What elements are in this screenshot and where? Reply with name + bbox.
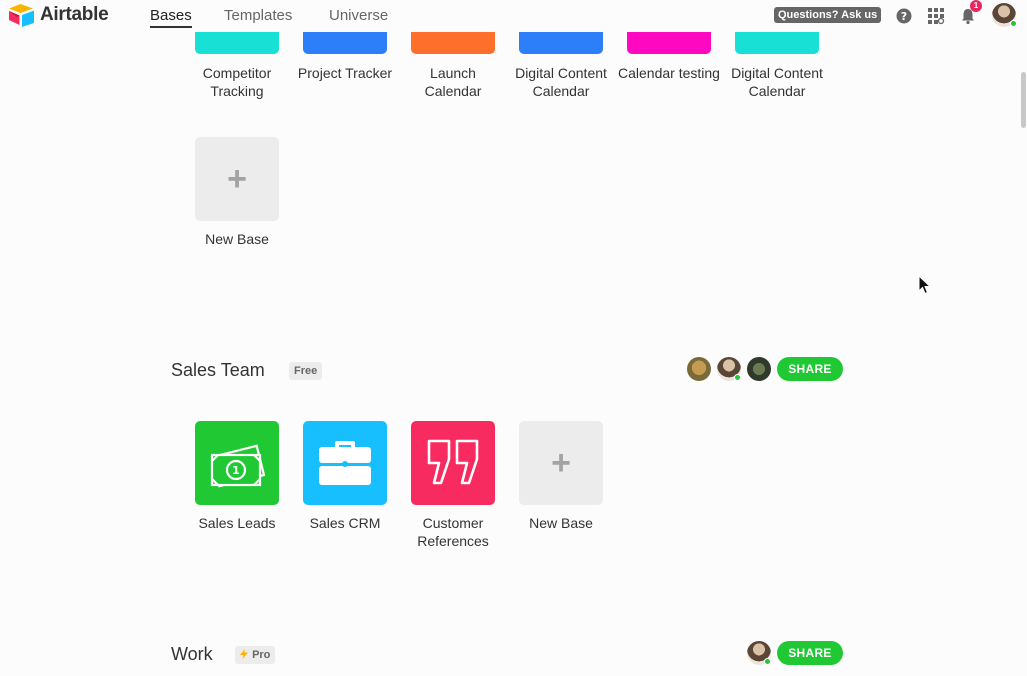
online-status-dot [734,374,741,381]
online-status-dot [764,658,771,665]
help-icon[interactable]: ? [895,7,913,25]
base-icon-calendar-testing[interactable] [627,32,711,54]
base-icon-project-tracker[interactable] [303,32,387,54]
svg-text:1: 1 [232,464,240,477]
base-label[interactable]: Project Tracker [285,64,405,82]
notification-badge: 1 [970,0,982,12]
base-label[interactable]: Competitor Tracking [177,64,297,100]
base-icon-competitor-tracking[interactable] [195,32,279,54]
workspace-title[interactable]: Sales Team [171,360,265,381]
quote-icon [427,439,479,485]
workspace-title[interactable]: Work [171,644,213,665]
plan-badge: Pro [235,646,276,664]
tab-universe[interactable]: Universe [329,7,388,24]
apps-search-icon[interactable] [927,7,945,25]
share-button[interactable]: SHARE [777,357,843,381]
plus-icon: + [551,444,571,482]
base-icon-sales-crm[interactable] [303,421,387,505]
page-scrollbar[interactable] [1021,72,1026,128]
new-base-button[interactable]: + [195,137,279,221]
collaborator-avatar[interactable] [687,357,711,381]
base-label[interactable]: Digital Content Calendar [501,64,621,100]
base-icon-sales-leads[interactable]: 1 [195,421,279,505]
active-tab-indicator [150,26,192,28]
share-button[interactable]: SHARE [777,641,843,665]
mouse-cursor-icon [918,275,932,295]
tab-bases[interactable]: Bases [150,7,192,24]
money-icon: 1 [210,444,265,488]
base-label[interactable]: Launch Calendar [402,64,504,100]
new-base-button[interactable]: + [519,421,603,505]
plus-icon: + [227,160,247,198]
collaborator-avatar[interactable] [747,357,771,381]
new-base-label[interactable]: New Base [177,230,297,248]
briefcase-icon [319,441,371,485]
plan-badge: Free [289,362,323,380]
lightning-icon [240,649,248,659]
base-icon-launch-calendar[interactable] [411,32,495,54]
base-icon-digital-content-calendar-2[interactable] [735,32,819,54]
base-label[interactable]: Sales Leads [177,514,297,532]
base-icon-customer-references[interactable] [411,421,495,505]
tab-templates[interactable]: Templates [224,7,292,24]
svg-text:?: ? [901,10,907,23]
new-base-label[interactable]: New Base [501,514,621,532]
plan-badge-label: Pro [252,649,271,661]
airtable-logo-icon [9,4,34,27]
base-icon-digital-content-calendar[interactable] [519,32,603,54]
online-status-dot [1010,20,1017,27]
airtable-logo-text: Airtable [40,4,109,25]
ask-us-button[interactable]: Questions? Ask us [774,7,882,23]
base-label[interactable]: Calendar testing [618,64,720,82]
airtable-logo[interactable]: Airtable [8,3,109,27]
top-nav: Airtable Bases Templates Universe Questi… [0,0,1027,32]
base-label[interactable]: Customer References [393,514,513,550]
base-label[interactable]: Digital Content Calendar [717,64,837,100]
base-label[interactable]: Sales CRM [285,514,405,532]
